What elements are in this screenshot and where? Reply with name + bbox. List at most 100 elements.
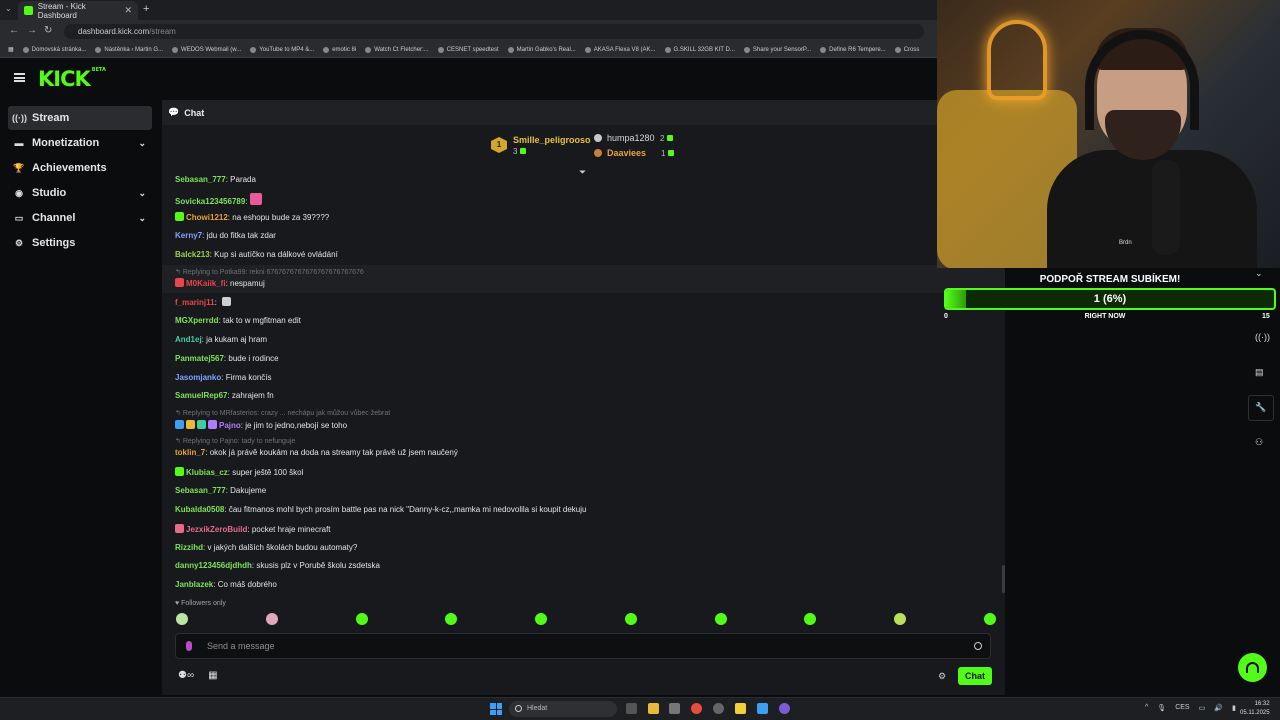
chat-username[interactable]: toklin_7 (175, 448, 205, 457)
chat-username[interactable]: f_marinj11 (175, 298, 215, 307)
settings-app-icon[interactable] (713, 703, 724, 714)
windows-start-icon[interactable] (490, 703, 502, 715)
volume-icon[interactable]: 🔊 (1214, 704, 1223, 712)
chat-username[interactable]: M0Kaiik_fi (186, 279, 226, 288)
leaderboard-rank2-name[interactable]: humpa1280 (607, 133, 655, 143)
sidebar-item-stream[interactable]: ((·)) Stream (8, 106, 152, 130)
store-app-icon[interactable] (669, 703, 680, 714)
chat-username[interactable]: And1ej (175, 335, 202, 344)
browser-tab[interactable]: Stream - Kick Dashboard ✕ (18, 1, 138, 20)
bookmark-item[interactable]: emotic 8i (323, 46, 356, 53)
bookmark-item[interactable]: CESNET speedtest (437, 46, 499, 53)
bookmark-item[interactable]: Share your SensorP... (743, 46, 811, 53)
bookmark-item[interactable]: WEDOS Webmail (w... (172, 46, 241, 53)
bookmark-item[interactable]: AKASA Flexa V8 (AK... (584, 46, 656, 53)
network-icon[interactable]: ▭ (1199, 704, 1206, 712)
wrench-icon[interactable]: 🔧 (1255, 402, 1266, 413)
hamburger-menu-icon[interactable] (14, 73, 25, 82)
task-view-icon[interactable] (626, 703, 637, 714)
sidebar-item-channel[interactable]: ▭ Channel ⌄ (8, 206, 152, 230)
reply-reference[interactable]: ↰ Replying to Potka99: rekni 67676767676… (175, 268, 364, 276)
emote-icon[interactable] (983, 613, 996, 625)
chat-username[interactable]: JezxikZeroBuild (186, 525, 247, 534)
layout-icon[interactable]: ▤ (1255, 367, 1264, 378)
chat-username[interactable]: Rizzihd (175, 543, 203, 552)
reply-reference[interactable]: ↰ Replying to MRfasterios: crazy ... nec… (175, 409, 390, 417)
emote-icon[interactable] (176, 613, 188, 625)
messenger-icon[interactable] (779, 703, 790, 714)
chat-username[interactable]: Janblazek (175, 580, 213, 589)
chat-username[interactable]: Balck213 (175, 250, 210, 259)
apps-icon[interactable]: ▦ (8, 46, 14, 53)
broadcast-icon[interactable]: ((·)) (1255, 332, 1270, 342)
chat-username[interactable]: Panmatej567 (175, 354, 224, 363)
battery-icon[interactable]: ▮ (1232, 704, 1236, 712)
sidebar-item-monetization[interactable]: ▬ Monetization ⌄ (8, 131, 152, 155)
bookmark-item[interactable]: Cross (894, 46, 919, 53)
forward-icon[interactable]: → (27, 25, 37, 36)
gift-sub-icon[interactable]: ⚉∞ (178, 670, 194, 681)
sidebar-item-settings[interactable]: ⚙ Settings (8, 231, 152, 255)
chat-username[interactable]: Jasomjanko (175, 373, 221, 382)
emote-icon[interactable] (714, 613, 727, 625)
nodes-icon[interactable]: ⚇ (1255, 437, 1263, 448)
reply-reference[interactable]: ↰ Replying to Pajno: tady to nefunguje (175, 437, 295, 445)
message-input[interactable]: Send a message (175, 633, 991, 659)
chat-message: Rizzihd: v jakých dalších školách budou … (175, 543, 357, 552)
kick-logo[interactable]: KICK BETA (38, 67, 106, 91)
support-headset-button[interactable] (1238, 653, 1267, 682)
app-icon[interactable] (757, 703, 768, 714)
chat-username[interactable]: Sebasan_777 (175, 175, 226, 184)
reload-icon[interactable]: ↻ (44, 25, 52, 36)
emote-icon[interactable] (355, 613, 368, 625)
tab-menu-icon[interactable]: ⌄ (5, 4, 12, 13)
new-tab-icon[interactable]: + (143, 3, 149, 15)
emote-icon[interactable] (894, 613, 907, 625)
sticky-notes-icon[interactable] (735, 703, 746, 714)
chat-send-button[interactable]: Chat (958, 667, 992, 685)
emote-icon[interactable] (535, 613, 548, 625)
chat-username[interactable]: Kerny7 (175, 231, 202, 240)
leaderboard-rank1-name[interactable]: Smille_peligrooso (513, 135, 591, 145)
chat-username[interactable]: Chowi1212 (186, 213, 228, 222)
chat-username[interactable]: danny123456djdhdh (175, 561, 252, 570)
store-icon[interactable]: ▦ (208, 670, 217, 681)
tray-lang[interactable]: CES (1175, 704, 1189, 712)
leaderboard-rank3-name[interactable]: Daaviees (607, 148, 646, 158)
chat-username[interactable]: Sebasan_777 (175, 486, 226, 495)
sidebar-item-achievements[interactable]: 🏆 Achievements (8, 156, 152, 180)
tray-chevron-icon[interactable]: ^ (1145, 704, 1148, 712)
chat-text: Dakujeme (230, 486, 267, 495)
tray-mic-icon[interactable]: 🎙 (1157, 704, 1166, 712)
followers-only-notice: ♥ Followers only (175, 600, 226, 607)
close-tab-icon[interactable]: ✕ (124, 5, 132, 16)
emote-icon[interactable] (445, 613, 458, 625)
chat-settings-icon[interactable]: ⚙ (938, 671, 946, 682)
chat-username[interactable]: SamuelRep67 (175, 391, 227, 400)
bookmark-item[interactable]: Define R6 Tempere... (820, 46, 886, 53)
url-field[interactable]: dashboard.kick.com/stream (64, 24, 924, 39)
bookmark-item[interactable]: Nástěnka ‹ Martin G... (95, 46, 163, 53)
chat-username[interactable]: Sovicka123456789 (175, 197, 245, 206)
file-explorer-icon[interactable] (648, 703, 659, 714)
chat-username[interactable]: Pajno (219, 421, 241, 430)
chrome-icon[interactable] (691, 703, 702, 714)
emote-icon[interactable] (804, 613, 817, 625)
chat-message: Kerny7: jdu do fitka tak zdar (175, 231, 276, 240)
bookmark-item[interactable]: Domovská stránka... (22, 46, 86, 53)
chat-username[interactable]: MGXperrdd (175, 316, 219, 325)
microphone-icon[interactable] (186, 641, 192, 651)
sidebar-item-studio[interactable]: ◉ Studio ⌄ (8, 181, 152, 205)
emote-icon[interactable] (265, 613, 278, 625)
bookmark-item[interactable]: Watch Ct Fletcher:... (365, 46, 429, 53)
chat-username[interactable]: Klubias_cz (186, 468, 228, 477)
emoji-picker-icon[interactable] (974, 642, 982, 650)
back-icon[interactable]: ← (9, 25, 19, 36)
taskbar-clock[interactable]: 16:32 05.11.2025 (1240, 700, 1270, 718)
emote-icon[interactable] (624, 613, 637, 625)
bookmark-item[interactable]: G.SKILL 32GB KIT D... (664, 46, 735, 53)
taskbar-search[interactable]: Hledat (509, 701, 617, 717)
bookmark-item[interactable]: YouTube to MP4 &... (250, 46, 314, 53)
bookmark-item[interactable]: Martin Gabko's Real... (507, 46, 576, 53)
chat-username[interactable]: Kubalda0508 (175, 505, 224, 514)
